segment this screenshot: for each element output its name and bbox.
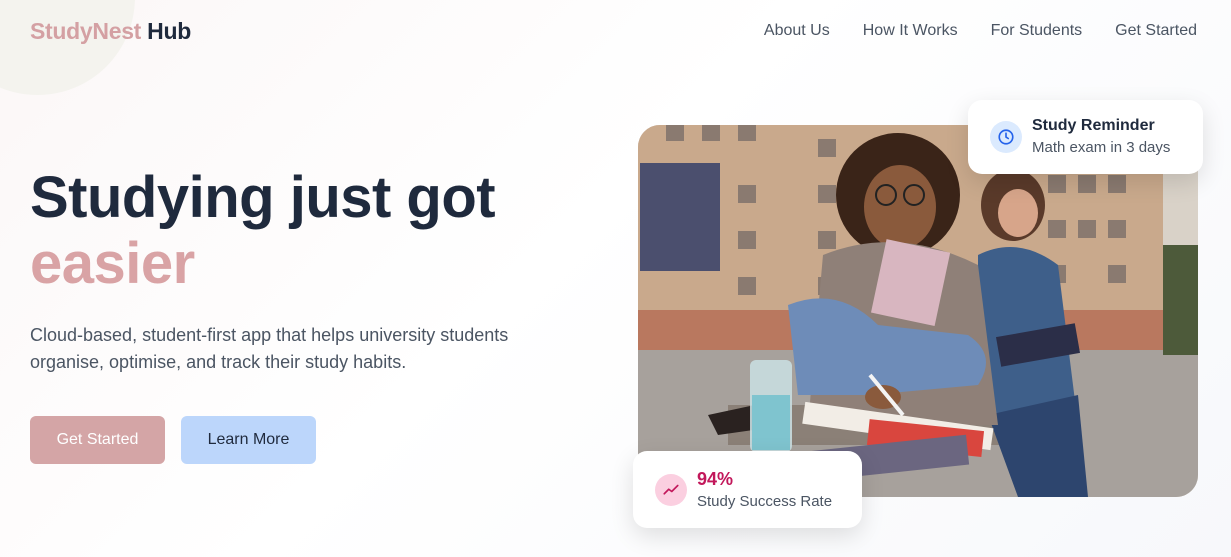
decorative-blob — [0, 0, 135, 95]
nav-about-us[interactable]: About Us — [764, 22, 830, 40]
hero-description: Cloud-based, student-first app that help… — [30, 325, 509, 372]
clock-icon — [990, 121, 1022, 153]
success-rate-card[interactable]: 94% Study Success Rate — [633, 451, 862, 528]
logo[interactable]: StudyNest Hub — [30, 18, 191, 45]
main-nav: About Us How It Works For Students Get S… — [764, 22, 1197, 40]
trending-up-icon — [655, 473, 687, 506]
hero-photo — [638, 125, 1198, 497]
reminder-title: Study Reminder — [1032, 117, 1155, 134]
logo-suffix: Hub — [147, 18, 191, 44]
study-reminder-card[interactable]: Study Reminder Math exam in 3 days — [968, 100, 1203, 174]
nav-how-it-works[interactable]: How It Works — [863, 22, 958, 40]
get-started-button[interactable]: Get Started — [30, 416, 165, 464]
success-rate-label: Study Success Rate — [697, 492, 833, 510]
learn-more-button[interactable]: Learn More — [181, 416, 316, 464]
hero-title-accent: easier — [30, 231, 195, 296]
logo-brand: StudyNest — [30, 18, 142, 44]
nav-for-students[interactable]: For Students — [991, 22, 1083, 40]
hero-title-line1: Studying just got — [30, 165, 496, 230]
reminder-subtitle: Math exam in 3 days — [1032, 139, 1171, 156]
nav-get-started[interactable]: Get Started — [1115, 22, 1197, 40]
success-rate-value: 94% — [697, 468, 734, 489]
hero-title: Studying just got easier — [30, 165, 496, 297]
